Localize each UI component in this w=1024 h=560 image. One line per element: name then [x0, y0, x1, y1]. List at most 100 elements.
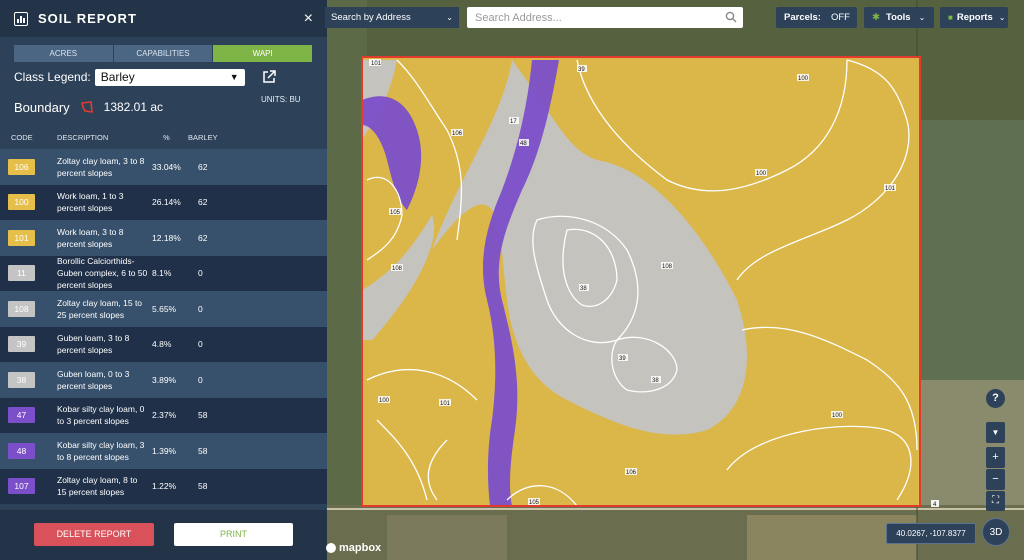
map-label: 106	[626, 470, 637, 476]
col-description: DESCRIPTION	[57, 132, 109, 142]
soil-percent: 5.65%	[152, 303, 177, 314]
soil-code-swatch: 107	[8, 478, 35, 495]
close-icon[interactable]: ×	[304, 10, 313, 28]
chevron-down-icon: ⌄	[446, 13, 453, 22]
soil-report-panel: SOIL REPORT × ACRES CAPABILITIES WAPI Cl…	[0, 0, 327, 560]
search-icon[interactable]	[725, 11, 737, 23]
table-row[interactable]: 11 Borollic Calciorthids-Guben complex, 6…	[0, 255, 327, 291]
tab-acres[interactable]: ACRES	[14, 45, 114, 62]
table-row[interactable]: 48 Kobar silty clay loam, 3 to 8 percent …	[0, 433, 327, 469]
soil-code-swatch: 47	[8, 407, 35, 424]
soil-barley-value: 62	[198, 232, 208, 243]
soil-percent: 3.89%	[152, 374, 177, 385]
soil-code-swatch: 101	[8, 229, 35, 246]
map-view[interactable]: 101 39 100 106 48 17 100 101 105 108 108…	[327, 0, 1024, 560]
zoom-in-button[interactable]: +	[986, 447, 1005, 468]
map-label: 48	[520, 141, 527, 147]
soil-barley-value: 62	[198, 161, 208, 172]
soil-barley-value: 62	[198, 197, 208, 208]
help-icon[interactable]: ?	[986, 389, 1005, 408]
reports-label: Reports	[956, 12, 993, 23]
map-label: 100	[798, 76, 809, 82]
boundary-acres: 1382.01 ac	[103, 100, 164, 114]
soil-code-swatch: 11	[8, 265, 35, 282]
soil-description: Zoltay clay loam, 15 to 25 percent slope…	[57, 297, 143, 320]
soil-percent: 12.18%	[152, 232, 181, 243]
reports-icon: ■	[948, 13, 953, 22]
table-row[interactable]: 39 Guben loam, 3 to 8 percent slopes 4.8% 0	[0, 326, 327, 362]
zoom-out-button[interactable]: −	[986, 469, 1005, 490]
map-label: 38	[580, 286, 587, 292]
col-code: CODE	[11, 132, 33, 142]
soil-description: Guben loam, 0 to 3 percent slopes	[57, 368, 130, 391]
table-row[interactable]: 100 Work loam, 1 to 3 percent slopes 26.14…	[0, 184, 327, 220]
soil-description: Kobar silty clay loam, 0 to 3 percent sl…	[57, 404, 145, 427]
soil-code-swatch: 108	[8, 300, 35, 317]
soil-percent: 8.1%	[152, 268, 172, 279]
map-label: 39	[619, 356, 626, 362]
table-row[interactable]: 38 Guben loam, 0 to 3 percent slopes 3.89%…	[0, 362, 327, 398]
parcels-toggle[interactable]: Parcels: OFF	[776, 7, 857, 28]
print-button[interactable]: PRINT	[174, 523, 293, 546]
tools-button[interactable]: ✱ Tools ⌄	[864, 7, 934, 28]
soil-barley-value: 0	[198, 303, 203, 314]
tab-wapi[interactable]: WAPI	[213, 45, 314, 62]
soil-barley-value: 58	[198, 445, 208, 456]
search-input[interactable]: Search Address...	[467, 7, 743, 28]
class-legend-value: Barley	[100, 70, 135, 84]
search-mode-select[interactable]: Search by Address ⌄	[325, 7, 459, 28]
tab-capabilities[interactable]: CAPABILITIES	[113, 45, 214, 62]
soil-code-swatch: 39	[8, 336, 35, 353]
3d-toggle-button[interactable]: 3D	[982, 518, 1010, 546]
class-legend-label: Class Legend:	[14, 70, 91, 84]
soil-percent: 33.04%	[152, 161, 181, 172]
soil-description: Work loam, 1 to 3 percent slopes	[57, 191, 124, 214]
bar-chart-icon	[14, 11, 28, 26]
external-link-icon[interactable]	[262, 70, 276, 84]
map-label: 105	[529, 500, 540, 506]
map-label: 101	[440, 401, 451, 407]
map-label: 105	[390, 210, 401, 216]
reports-button[interactable]: ■ Reports ⌄	[940, 7, 1008, 28]
soil-barley-value: 0	[198, 339, 203, 350]
compass-icon[interactable]: ▼	[986, 422, 1005, 443]
map-label: 17	[510, 119, 517, 125]
soil-barley-value: 0	[198, 268, 203, 279]
units-label: UNITS: BU	[261, 95, 301, 104]
soil-percent: 4.8%	[152, 339, 172, 350]
panel-header: SOIL REPORT ×	[0, 0, 327, 37]
delete-report-button[interactable]: DELETE REPORT	[34, 523, 154, 546]
table-row[interactable]: 106 Zoltay clay loam, 3 to 8 percent slop…	[0, 149, 327, 185]
map-label: 100	[832, 413, 843, 419]
satellite-map: 101 39 100 106 48 17 100 101 105 108 108…	[327, 0, 1024, 560]
class-legend-select[interactable]: Barley ▼	[94, 68, 245, 86]
boundary-label: Boundary	[14, 99, 70, 115]
table-row[interactable]: 108 Zoltay clay loam, 15 to 25 percent sl…	[0, 291, 327, 327]
soil-description: Guben loam, 3 to 8 percent slopes	[57, 333, 130, 356]
soil-description: Zoltay clay loam, 3 to 8 percent slopes	[57, 155, 145, 178]
col-percent: %	[163, 132, 170, 142]
soil-description: Zoltay clay loam, 8 to 15 percent slopes	[57, 475, 138, 498]
fullscreen-icon[interactable]: ⛶	[986, 491, 1005, 511]
coordinates-readout: 40.0267, -107.8377	[886, 523, 976, 544]
map-label: 38	[652, 378, 659, 384]
soil-code-swatch: 48	[8, 442, 35, 459]
chevron-down-icon: ⌄	[918, 13, 926, 22]
map-label: 100	[379, 398, 390, 404]
soil-description: Work loam, 3 to 8 percent slopes	[57, 226, 124, 249]
mapbox-text: mapbox	[339, 542, 382, 554]
soil-description: Kobar silty clay loam, 3 to 8 percent sl…	[57, 439, 145, 462]
panel-title: SOIL REPORT	[38, 11, 137, 26]
table-row[interactable]: 107 Zoltay clay loam, 8 to 15 percent slo…	[0, 468, 327, 504]
table-row[interactable]: 101 Work loam, 3 to 8 percent slopes 12.18…	[0, 220, 327, 256]
report-tabs: ACRES CAPABILITIES WAPI	[14, 45, 314, 62]
parcels-label: Parcels:	[784, 12, 821, 23]
soil-code-swatch: 38	[8, 371, 35, 388]
soil-barley-value: 58	[198, 481, 208, 492]
map-label: 108	[662, 264, 673, 270]
soil-table-header: CODE DESCRIPTION % BARLEY	[0, 126, 327, 148]
mapbox-attribution: mapbox	[326, 542, 381, 554]
search-placeholder: Search Address...	[475, 11, 562, 24]
chevron-down-icon: ⌄	[998, 13, 1006, 22]
table-row[interactable]: 47 Kobar silty clay loam, 0 to 3 percent …	[0, 397, 327, 433]
